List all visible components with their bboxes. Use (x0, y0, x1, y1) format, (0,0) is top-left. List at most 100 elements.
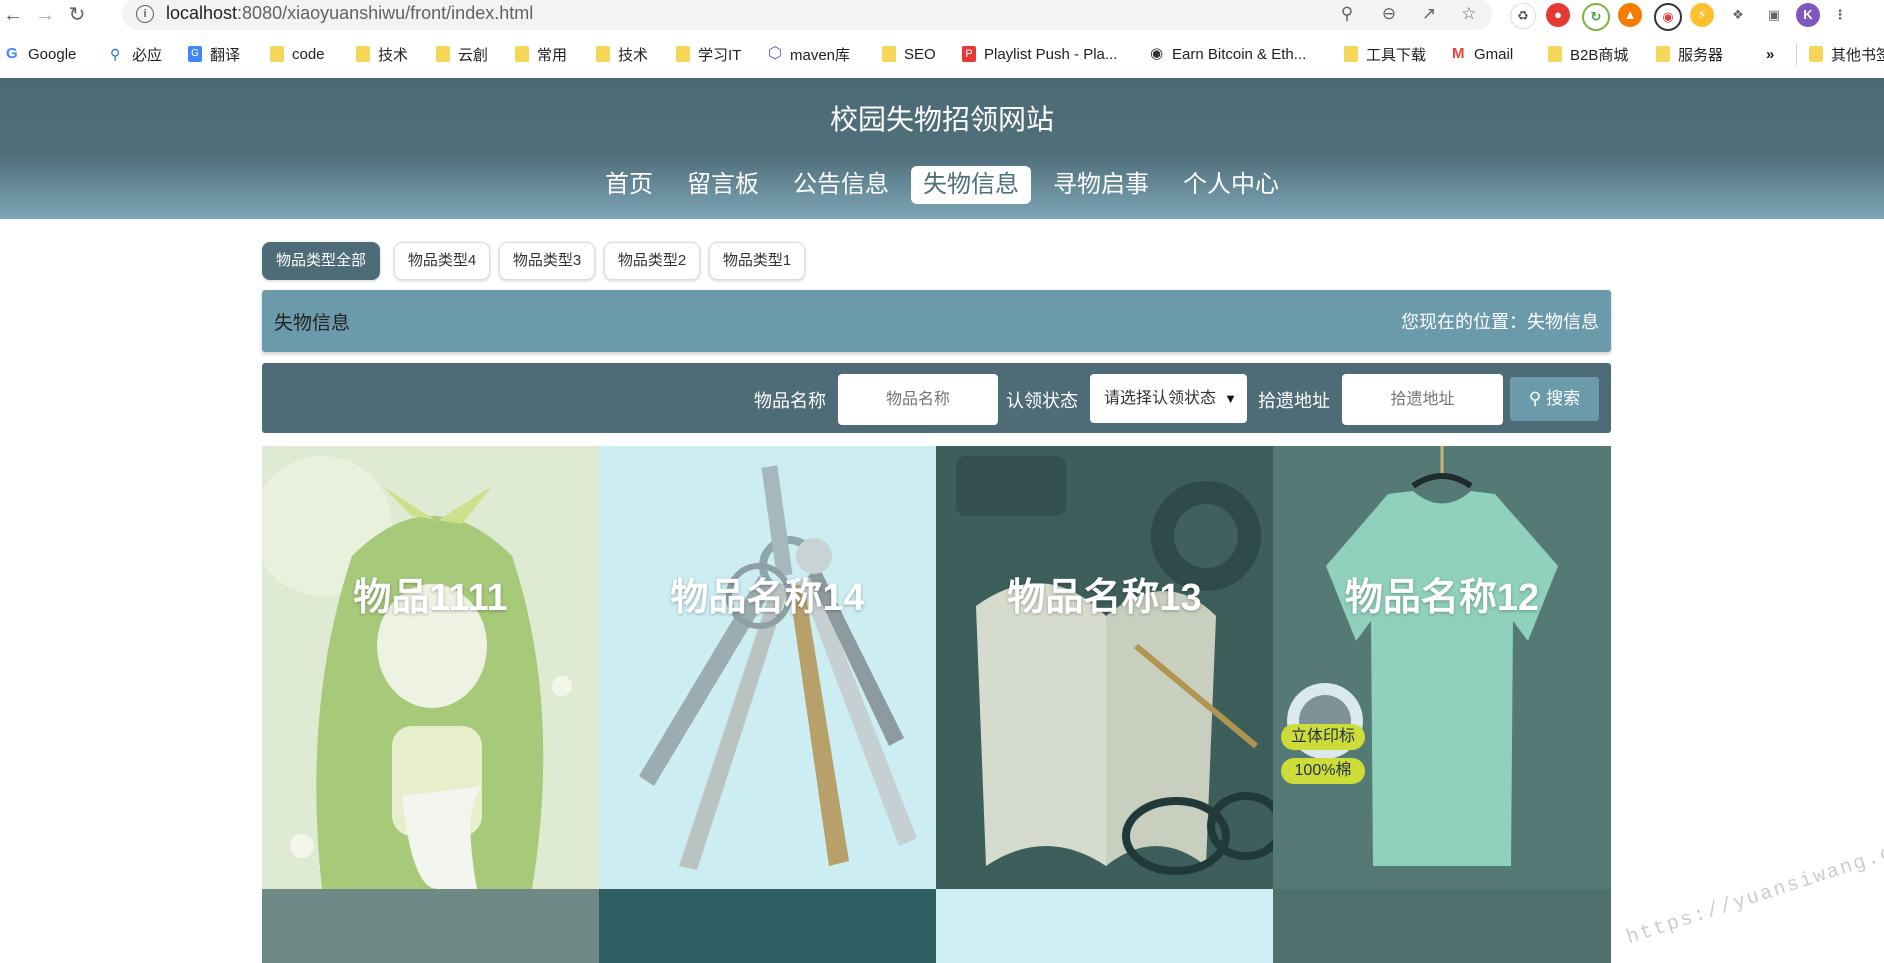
folder-icon (515, 46, 529, 62)
adblock-extension-icon[interactable]: ● (1546, 3, 1570, 27)
google-icon: G (6, 45, 18, 62)
recycle-extension-icon[interactable]: ♻ (1510, 3, 1536, 29)
status-label: 认领状态 (1006, 391, 1078, 411)
reload-icon[interactable]: ↻ (66, 4, 88, 26)
item-card[interactable] (262, 889, 599, 963)
url-text[interactable]: localhost:8080/xiaoyuanshiwu/front/index… (166, 3, 533, 24)
pickup-address-input[interactable] (1342, 374, 1503, 425)
share-icon[interactable]: ↗ (1418, 3, 1440, 25)
nav-message-board[interactable]: 留言板 (675, 166, 771, 204)
badge-print: 立体印标 (1281, 724, 1365, 750)
item-image (262, 446, 599, 889)
item-card[interactable]: 物品1111 (262, 446, 599, 889)
category-type1[interactable]: 物品类型1 (709, 242, 805, 280)
bookmark-item[interactable]: G 翻译 (188, 43, 240, 65)
category-all[interactable]: 物品类型全部 (262, 242, 380, 280)
category-type4[interactable]: 物品类型4 (394, 242, 490, 280)
sidebar-icon[interactable]: ▣ (1762, 3, 1786, 27)
claim-status-value: 请选择认领状态 (1104, 390, 1217, 407)
nav-home[interactable]: 首页 (593, 166, 665, 204)
bookmark-item[interactable]: 常用 (515, 43, 567, 65)
folder-icon (1656, 46, 1670, 62)
bing-search-icon: ⚲ (110, 46, 121, 62)
folder-icon (270, 46, 284, 62)
bookmark-item[interactable]: 学习IT (676, 43, 741, 65)
bookmark-item[interactable]: 技术 (596, 43, 648, 65)
item-card[interactable]: 物品名称12 立体印标 100%棉 (1273, 446, 1611, 889)
hexagon-icon: ⬡ (768, 45, 782, 62)
metamask-icon[interactable]: ▲ (1618, 3, 1642, 27)
site-info-icon[interactable]: i (136, 5, 154, 23)
menu-icon[interactable]: ⋮ (1828, 3, 1852, 27)
chevron-down-icon: ▼ (1224, 391, 1237, 406)
claim-status-select[interactable]: 请选择认领状态 ▼ (1090, 374, 1247, 423)
item-title: 物品名称14 (670, 577, 865, 619)
nav-announcements[interactable]: 公告信息 (781, 166, 901, 204)
nav-search-notices[interactable]: 寻物启事 (1041, 166, 1161, 204)
category-type2[interactable]: 物品类型2 (604, 242, 700, 280)
bookmark-item[interactable]: ⬡ maven库 (768, 43, 850, 65)
search-icon: ⚲ (1528, 389, 1542, 408)
zoom-icon[interactable]: ⊖ (1378, 3, 1400, 25)
profile-avatar[interactable]: K (1796, 3, 1820, 27)
folder-icon (882, 46, 896, 62)
browser-toolbar: ← → ↻ i localhost:8080/xiaoyuanshiwu/fro… (0, 0, 1884, 31)
page-title: 失物信息 (274, 313, 351, 334)
item-card[interactable]: 物品名称14 (599, 446, 936, 889)
bookmark-item[interactable]: code (270, 43, 325, 65)
item-title: 物品名称13 (1007, 577, 1202, 619)
bookmark-item[interactable]: G Google (6, 43, 76, 65)
item-image (1273, 446, 1611, 889)
nav-user-center[interactable]: 个人中心 (1171, 166, 1291, 204)
bookmark-item[interactable]: ⚲ 必应 (110, 43, 162, 65)
breadcrumb-location: 您现在的位置：失物信息 (1401, 312, 1599, 332)
bookmark-item[interactable]: 其他书签 (1796, 43, 1884, 65)
extensions-area: ♻ ● ↻ ▲ ◉ ⚡ ❖ ▣ K ⋮ (1502, 0, 1884, 31)
bookmark-item[interactable]: ◉ Earn Bitcoin & Eth... (1150, 43, 1306, 65)
main-nav: 首页 留言板 公告信息 失物信息 寻物启事 个人中心 (0, 166, 1884, 204)
green-extension-icon[interactable]: ↻ (1582, 3, 1610, 31)
name-label: 物品名称 (754, 391, 826, 411)
bookmark-item[interactable]: 技术 (356, 43, 408, 65)
bookmark-item[interactable]: 云創 (436, 43, 488, 65)
puzzle-icon[interactable]: ❖ (1726, 3, 1750, 27)
gmail-icon: M (1452, 45, 1465, 62)
item-card[interactable]: 物品名称13 (936, 446, 1273, 889)
bookmark-item[interactable]: SEO (882, 43, 936, 65)
bookmark-item[interactable]: 工具下载 (1344, 43, 1426, 65)
item-card[interactable] (1273, 889, 1611, 963)
pikachu-icon[interactable]: ⚡ (1690, 3, 1714, 27)
key-icon[interactable]: ⚲ (1336, 3, 1358, 25)
item-card[interactable] (599, 889, 936, 963)
playlist-icon: P (962, 46, 976, 62)
back-icon[interactable]: ← (2, 4, 24, 26)
star-icon[interactable]: ☆ (1458, 3, 1480, 25)
item-name-input[interactable] (838, 374, 998, 425)
item-card[interactable] (936, 889, 1273, 963)
address-bar[interactable]: i localhost:8080/xiaoyuanshiwu/front/ind… (122, 0, 1492, 30)
items-grid: 物品1111 物品名称14 物品名称13 物品名称12 立体印标 100%棉 (262, 446, 1611, 963)
translate-icon: G (188, 46, 202, 62)
nav-lost-items[interactable]: 失物信息 (911, 166, 1031, 204)
bookmark-item[interactable]: 服务器 (1656, 43, 1723, 65)
breadcrumb: 失物信息 您现在的位置：失物信息 (262, 290, 1611, 352)
folder-icon (596, 46, 610, 62)
category-type3[interactable]: 物品类型3 (499, 242, 595, 280)
bookmarks-bar: G Google ⚲ 必应 G 翻译 code 技术 云創 常用 技术 学习IT ⬡ m… (0, 37, 1884, 71)
forward-icon[interactable]: → (34, 4, 56, 26)
bookmarks-overflow-button[interactable]: » (1766, 43, 1774, 65)
address-label: 拾遗地址 (1258, 391, 1330, 411)
search-button-label: 搜索 (1546, 389, 1581, 408)
pokeball-icon[interactable]: ◉ (1654, 3, 1682, 31)
bookmark-item[interactable]: P Playlist Push - Pla... (962, 43, 1117, 65)
bookmark-item[interactable]: M Gmail (1452, 43, 1513, 65)
folder-icon (676, 46, 690, 62)
search-bar: 物品名称 认领状态 请选择认领状态 ▼ 拾遗地址 ⚲ 搜索 (262, 363, 1611, 433)
site-title: 校园失物招领网站 (829, 104, 1054, 135)
watermark: https://yuansiwang.com (1623, 832, 1884, 951)
site-header: 校园失物招领网站 首页 留言板 公告信息 失物信息 寻物启事 个人中心 (0, 78, 1884, 219)
globe-icon: ◉ (1150, 45, 1164, 62)
bookmark-item[interactable]: B2B商城 (1548, 43, 1628, 65)
item-title: 物品名称12 (1344, 577, 1540, 619)
search-button[interactable]: ⚲ 搜索 (1510, 377, 1599, 421)
